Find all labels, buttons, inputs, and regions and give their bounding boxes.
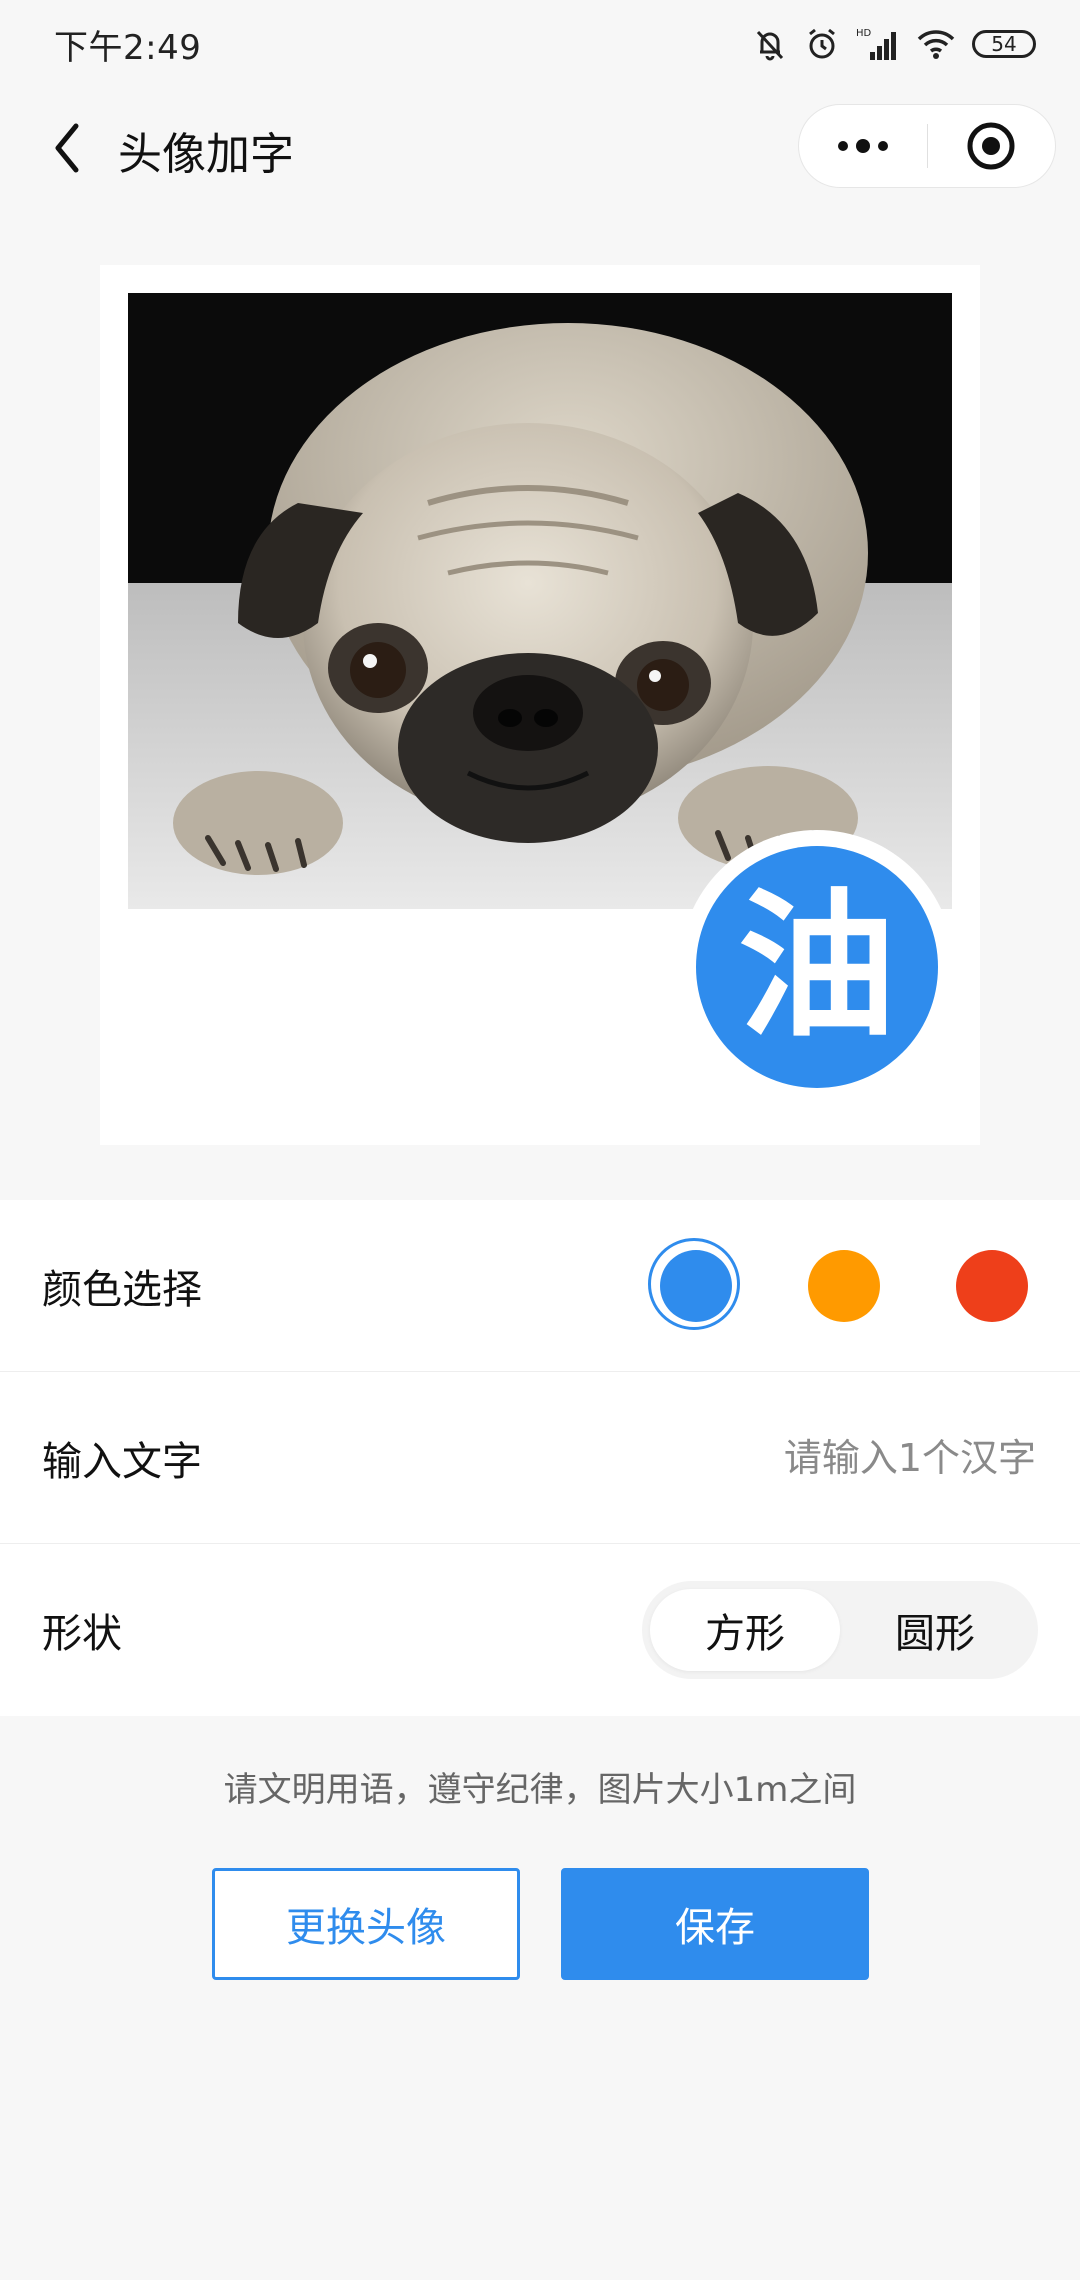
change-avatar-button[interactable]: 更换头像 [212, 1868, 520, 1980]
color-row: 颜色选择 [0, 1200, 1080, 1372]
color-option-red[interactable] [956, 1249, 1028, 1322]
shape-segmented-control: 方形 圆形 [642, 1581, 1038, 1679]
text-row: 输入文字 [0, 1372, 1080, 1544]
status-bar: 下午2:49 HD 54 [0, 0, 1080, 88]
chevron-left-icon [55, 123, 79, 173]
mini-program-capsule [798, 104, 1056, 188]
notice-text: 请文明用语，遵守纪律，图片大小1m之间 [223, 1770, 857, 1810]
more-button[interactable] [799, 105, 927, 187]
status-icons: HD 54 [752, 22, 1036, 66]
nav-bar: 头像加字 [0, 88, 1080, 212]
avatar-text-badge: 油 [696, 846, 938, 1088]
avatar-preview-card: 油 [100, 265, 980, 1145]
save-button[interactable]: 保存 [561, 1868, 869, 1980]
color-option-orange[interactable] [808, 1249, 880, 1322]
page-title: 头像加字 [118, 129, 294, 180]
shape-option-circle[interactable]: 圆形 [840, 1589, 1030, 1671]
signal-icon: HD [856, 26, 900, 62]
text-input[interactable] [614, 1434, 1038, 1481]
shape-label: 形状 [42, 1611, 122, 1657]
svg-text:HD: HD [856, 28, 872, 39]
shape-option-square[interactable]: 方形 [650, 1589, 840, 1671]
battery-indicator: 54 [972, 30, 1036, 58]
settings-list: 颜色选择 输入文字 形状 方形 圆形 [0, 1200, 1080, 1716]
shape-row: 形状 方形 圆形 [0, 1544, 1080, 1716]
color-label: 颜色选择 [42, 1266, 202, 1313]
close-mini-program-button[interactable] [928, 105, 1056, 187]
target-circle-icon [967, 122, 1015, 170]
alarm-icon [804, 26, 840, 62]
more-dots-icon [837, 139, 888, 153]
status-time: 下午2:49 [54, 28, 202, 68]
back-button[interactable] [36, 116, 100, 180]
color-options [584, 1237, 1028, 1330]
color-option-blue[interactable] [648, 1237, 740, 1330]
text-label: 输入文字 [42, 1438, 202, 1485]
avatar-photo [128, 293, 952, 909]
mute-bell-icon [752, 26, 788, 62]
wifi-icon [916, 26, 956, 62]
